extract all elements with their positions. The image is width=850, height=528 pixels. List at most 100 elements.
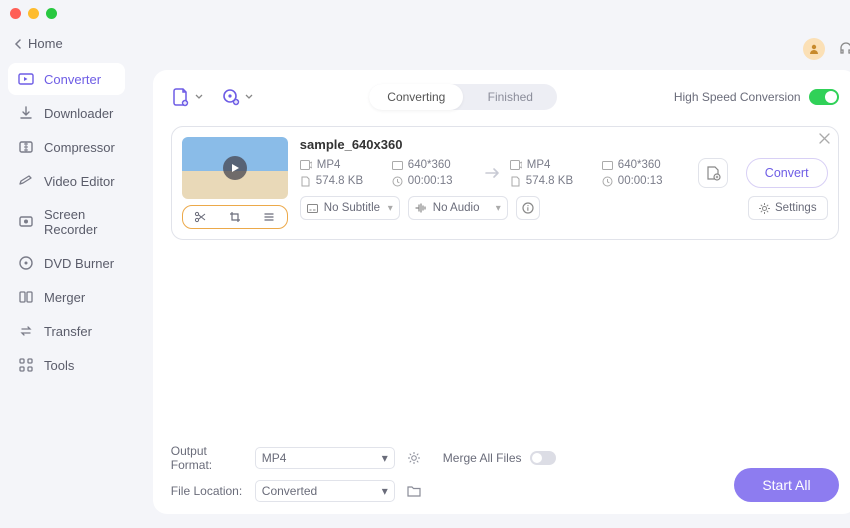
sidebar-item-label: Merger	[44, 290, 85, 305]
window-close-button[interactable]	[10, 8, 21, 19]
play-button[interactable]	[223, 156, 247, 180]
sidebar-item-merger[interactable]: Merger	[8, 281, 125, 313]
merge-label: Merge All Files	[443, 451, 522, 465]
output-preset-button[interactable]	[698, 158, 728, 188]
footer: Output Format: MP4 ▾ Merge All Files	[171, 444, 839, 502]
file-location-select[interactable]: Converted ▾	[255, 480, 395, 502]
sidebar-item-screen-recorder[interactable]: Screen Recorder	[8, 199, 125, 245]
sidebar-item-dvd-burner[interactable]: DVD Burner	[8, 247, 125, 279]
sidebar-item-compressor[interactable]: Compressor	[8, 131, 125, 163]
headset-icon[interactable]	[835, 38, 850, 60]
tools-icon	[18, 357, 34, 373]
audio-select[interactable]: No Audio ▾	[408, 196, 508, 220]
toolbar: Converting Finished High Speed Conversio…	[171, 84, 839, 110]
output-format-select[interactable]: MP4 ▾	[255, 447, 395, 469]
add-disc-icon	[221, 87, 241, 107]
chevron-down-icon: ▾	[382, 484, 388, 498]
file-location-label: File Location:	[171, 484, 247, 498]
compressor-icon	[18, 139, 34, 155]
sidebar-item-label: Video Editor	[44, 174, 115, 189]
trim-button[interactable]	[183, 206, 218, 228]
video-thumbnail	[182, 137, 288, 199]
remove-file-button[interactable]	[819, 133, 830, 144]
add-file-icon	[171, 87, 191, 107]
home-link[interactable]: Home	[8, 32, 125, 55]
sidebar-item-label: Downloader	[44, 106, 113, 121]
video-icon	[300, 160, 312, 170]
sidebar-item-converter[interactable]: Converter	[8, 63, 125, 95]
chevron-down-icon	[245, 94, 253, 100]
scissors-icon	[194, 211, 206, 223]
add-file-button[interactable]	[171, 87, 203, 107]
merge-toggle[interactable]	[530, 451, 556, 465]
convert-button[interactable]: Convert	[746, 158, 828, 188]
subtitle-icon	[307, 203, 318, 214]
info-icon	[522, 202, 534, 214]
sidebar-item-label: Converter	[44, 72, 101, 87]
content-card: Converting Finished High Speed Conversio…	[153, 70, 850, 514]
chevron-left-icon	[14, 39, 22, 49]
sidebar-item-video-editor[interactable]: Video Editor	[8, 165, 125, 197]
sidebar-item-label: Transfer	[44, 324, 92, 339]
file-icon	[510, 176, 521, 187]
crop-icon	[229, 211, 241, 223]
audio-icon	[415, 203, 427, 213]
arrow-right-icon	[484, 166, 502, 180]
open-folder-button[interactable]	[403, 480, 425, 502]
file-name: sample_640x360	[300, 137, 828, 152]
main: Converting Finished High Speed Conversio…	[133, 26, 850, 528]
target-meta: MP4 640*360 574.8 KB 00:00:13	[510, 159, 686, 187]
window-minimize-button[interactable]	[28, 8, 39, 19]
file-item: sample_640x360 MP4 640*360 574.8 KB 00:0…	[171, 126, 839, 240]
titlebar	[0, 0, 850, 26]
editor-icon	[18, 173, 34, 189]
file-icon	[300, 176, 311, 187]
window-zoom-button[interactable]	[46, 8, 57, 19]
high-speed-label: High Speed Conversion	[674, 90, 801, 104]
sidebar-item-transfer[interactable]: Transfer	[8, 315, 125, 347]
sidebar-item-tools[interactable]: Tools	[8, 349, 125, 381]
sidebar-item-label: Tools	[44, 358, 74, 373]
sidebar-item-label: Compressor	[44, 140, 115, 155]
chevron-down-icon: ▾	[496, 203, 501, 214]
converter-icon	[18, 71, 34, 87]
avatar[interactable]	[803, 38, 825, 60]
tab-switch: Converting Finished	[369, 84, 557, 110]
transfer-icon	[18, 323, 34, 339]
add-disc-button[interactable]	[221, 87, 253, 107]
crop-button[interactable]	[217, 206, 252, 228]
subtitle-select[interactable]: No Subtitle ▾	[300, 196, 400, 220]
tab-finished[interactable]: Finished	[463, 84, 557, 110]
list-icon	[263, 211, 275, 223]
effects-button[interactable]	[252, 206, 287, 228]
merger-icon	[18, 289, 34, 305]
sidebar-item-label: Screen Recorder	[44, 207, 115, 237]
start-all-button[interactable]: Start All	[734, 468, 838, 502]
folder-icon	[407, 485, 421, 497]
chevron-down-icon: ▾	[382, 451, 388, 465]
sidebar-item-label: DVD Burner	[44, 256, 114, 271]
sidebar: Home Converter Downloader Compressor Vid…	[0, 26, 133, 528]
downloader-icon	[18, 105, 34, 121]
clock-icon	[602, 176, 613, 187]
clock-icon	[392, 176, 403, 187]
home-label: Home	[28, 36, 63, 51]
header	[153, 34, 850, 64]
chevron-down-icon	[195, 94, 203, 100]
source-meta: MP4 640*360 574.8 KB 00:00:13	[300, 159, 476, 187]
tab-converting[interactable]: Converting	[369, 84, 463, 110]
thumb-tools	[182, 205, 288, 229]
preset-icon	[705, 165, 721, 181]
resolution-icon	[602, 160, 613, 171]
gear-icon	[407, 451, 421, 465]
resolution-icon	[392, 160, 403, 171]
settings-button[interactable]: Settings	[748, 196, 828, 220]
format-settings-button[interactable]	[403, 447, 425, 469]
high-speed-toggle[interactable]	[809, 89, 839, 105]
info-button[interactable]	[516, 196, 540, 220]
sidebar-item-downloader[interactable]: Downloader	[8, 97, 125, 129]
recorder-icon	[18, 214, 34, 230]
gear-icon	[759, 203, 770, 214]
high-speed-row: High Speed Conversion	[674, 89, 839, 105]
burner-icon	[18, 255, 34, 271]
